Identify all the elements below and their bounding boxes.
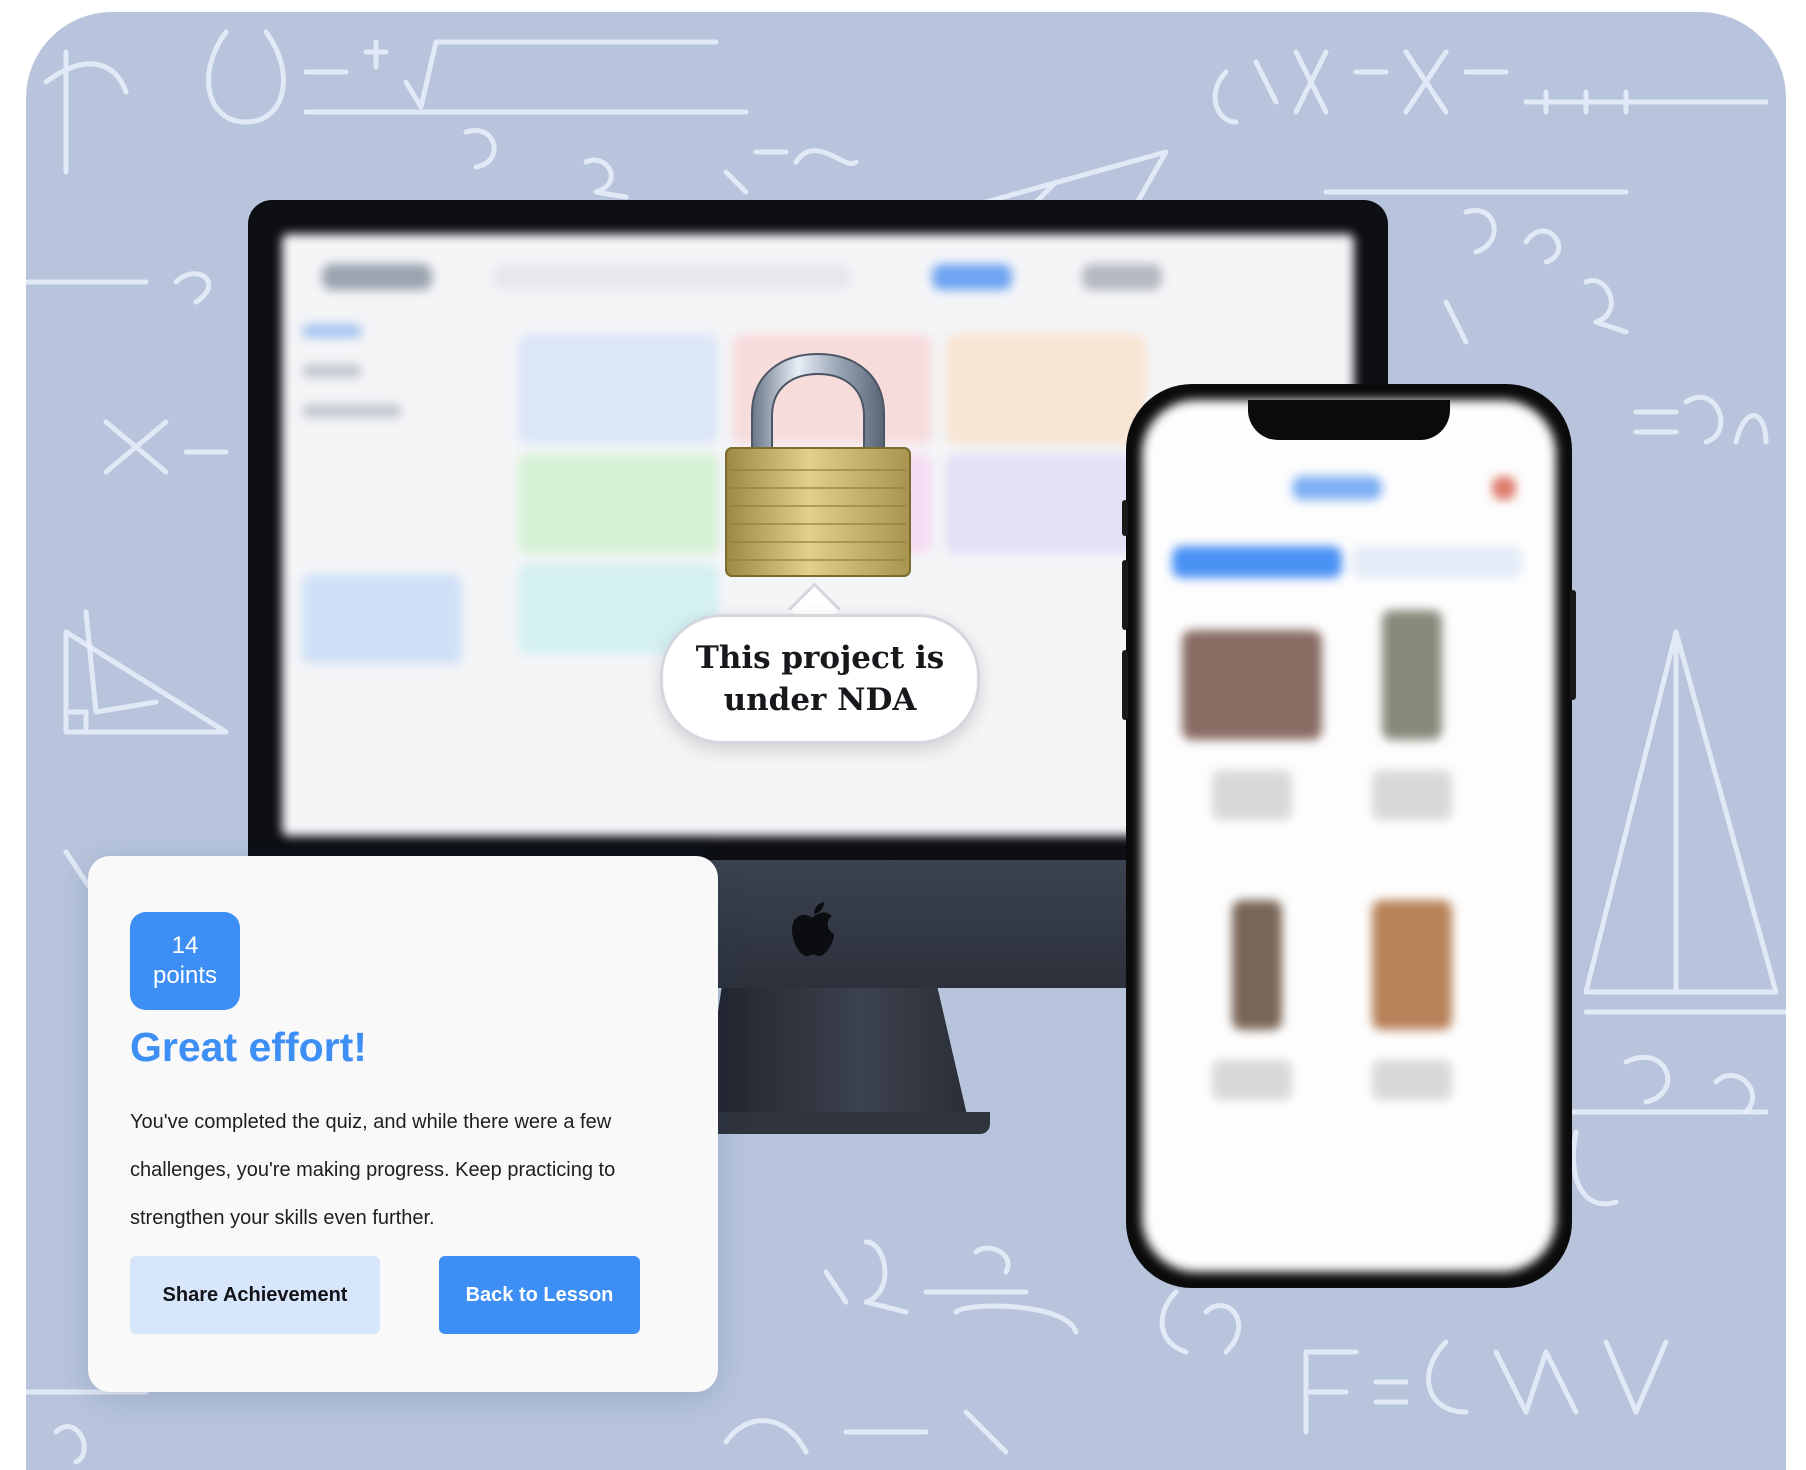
phone-product-image [1182,630,1322,740]
screen-tile [946,454,1146,554]
screen-sidebar-item [302,404,402,418]
back-to-lesson-button[interactable]: Back to Lesson [439,1256,640,1334]
smartphone [1126,384,1572,1288]
screen-avatar [1082,264,1162,290]
phone-notch [1248,400,1450,440]
phone-product-caption [1372,1060,1452,1100]
phone-avatar [1492,476,1516,500]
screen-header-bar [322,264,432,290]
screen-sidebar-card [302,574,462,664]
screen-tile [518,334,718,444]
phone-tab-inactive [1352,546,1522,578]
phone-header-button [1292,476,1382,500]
points-label: points [152,962,218,989]
phone-product-image [1382,610,1442,740]
screen-sidebar-item [302,324,362,338]
lock-icon [725,352,911,577]
phone-side-button [1122,500,1128,536]
apple-logo-icon [792,902,834,957]
share-achievement-button[interactable]: Share Achievement [130,1256,380,1334]
screen-tile [946,334,1146,444]
screen-header-button [932,264,1012,290]
phone-tab-active [1172,546,1342,578]
result-message: You've completed the quiz, and while the… [130,1111,616,1229]
nda-text: This project is under NDA [695,640,945,718]
blurred-phone-screen [1142,400,1556,1272]
phone-power-button [1570,590,1576,700]
screen-search-bar [492,264,852,290]
phone-volume-down [1122,650,1128,720]
screen-sidebar-item [302,364,362,378]
phone-product-image [1232,900,1282,1030]
phone-product-caption [1372,770,1452,820]
phone-product-caption [1212,1060,1292,1100]
phone-product-image [1372,900,1452,1030]
phone-product-caption [1212,770,1292,820]
screen-tile [518,454,718,554]
points-badge: 14 points [130,912,240,1010]
nda-speech-bubble: This project is under NDA [660,614,980,744]
points-value: 14 [171,932,199,959]
phone-volume-up [1122,560,1128,630]
monitor-stand [700,988,970,1128]
monitor-stand-foot [690,1112,990,1134]
result-title: Great effort! [130,1024,367,1070]
